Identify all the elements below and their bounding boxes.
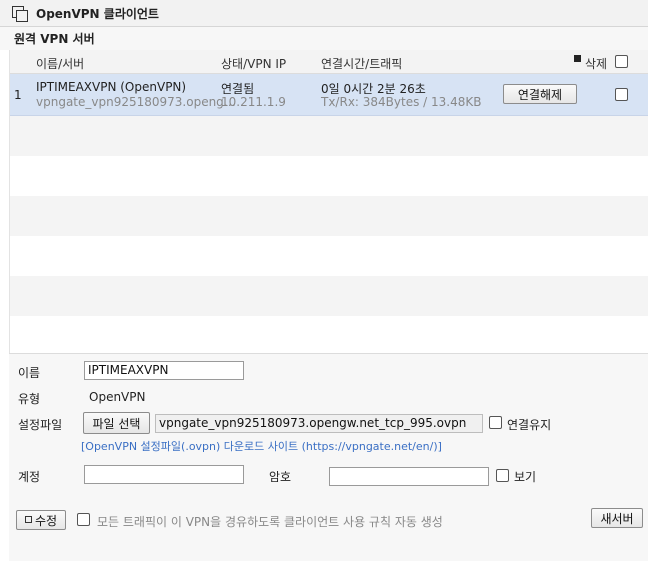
table-header: 이름/서버 상태/VPN IP 연결시간/트래픽 삭제 [10, 50, 648, 74]
table-row[interactable]: 1 IPTIMEAXVPN (OpenVPN) vpngate_vpn92518… [10, 74, 648, 116]
column-header-delete: 삭제 [585, 57, 608, 71]
route-all-checkbox[interactable] [77, 513, 90, 526]
config-file-input: vpngate_vpn925180973.opengw.net_tcp_995.… [155, 414, 483, 433]
type-value: OpenVPN [89, 390, 146, 404]
account-input[interactable] [84, 465, 244, 484]
password-input[interactable] [329, 467, 489, 486]
show-password-checkbox[interactable] [496, 469, 509, 482]
column-header-status-ip: 상태/VPN IP [221, 57, 287, 71]
empty-row [10, 236, 648, 276]
column-header-time-traffic: 연결시간/트래픽 [321, 57, 403, 71]
empty-row [10, 276, 648, 316]
disconnect-button[interactable]: 연결해제 [503, 84, 577, 104]
window-icon [12, 6, 28, 22]
row-delete-checkbox[interactable] [615, 88, 628, 101]
ovpn-download-link[interactable]: [OpenVPN 설정파일(.ovpn) 다운로드 사이트 (https://v… [81, 438, 442, 454]
type-label: 유형 [18, 392, 41, 406]
plus-icon [24, 515, 32, 523]
modify-button-label: 수정 [34, 513, 58, 528]
section-title: 원격 VPN 서버 [14, 32, 95, 46]
file-select-button[interactable]: 파일 선택 [83, 412, 150, 434]
server-name: IPTIMEAXVPN (OpenVPN) [36, 80, 187, 94]
new-server-button[interactable]: 새서버 [591, 508, 643, 528]
empty-row [10, 156, 648, 196]
column-header-name-server: 이름/서버 [36, 57, 85, 71]
keep-alive-label: 연결유지 [507, 418, 552, 432]
empty-row [10, 196, 648, 236]
name-label: 이름 [18, 366, 41, 380]
empty-row [10, 316, 648, 353]
server-host: vpngate_vpn925180973.openg… [36, 95, 236, 109]
select-all-checkbox[interactable] [615, 55, 628, 68]
row-index: 1 [14, 88, 22, 102]
keep-alive-checkbox[interactable] [489, 416, 502, 429]
title-bar: OpenVPN 클라이언트 [0, 0, 648, 27]
password-label: 암호 [269, 470, 292, 484]
modify-button[interactable]: 수정 [16, 510, 66, 530]
traffic-stats: Tx/Rx: 384Bytes / 13.48KB [321, 95, 482, 109]
route-all-label: 모든 트래픽이 이 VPN을 경유하도록 클라이언트 사용 규칙 자동 생성 [97, 515, 443, 529]
window-title: OpenVPN 클라이언트 [36, 6, 159, 21]
delete-minus-icon [574, 55, 581, 62]
empty-row [10, 116, 648, 156]
config-file-label: 설정파일 [18, 418, 63, 432]
name-input[interactable]: IPTIMEAXVPN [84, 361, 244, 380]
section-header: 원격 VPN 서버 [0, 27, 648, 50]
vpn-server-table: 이름/서버 상태/VPN IP 연결시간/트래픽 삭제 1 IPTIMEAXVP… [9, 50, 648, 353]
vpn-edit-form: 이름 IPTIMEAXVPN 유형 OpenVPN 설정파일 파일 선택 vpn… [9, 353, 648, 561]
vpn-ip: 10.211.1.9 [221, 95, 286, 109]
show-password-label: 보기 [514, 470, 537, 484]
account-label: 계정 [18, 470, 41, 484]
